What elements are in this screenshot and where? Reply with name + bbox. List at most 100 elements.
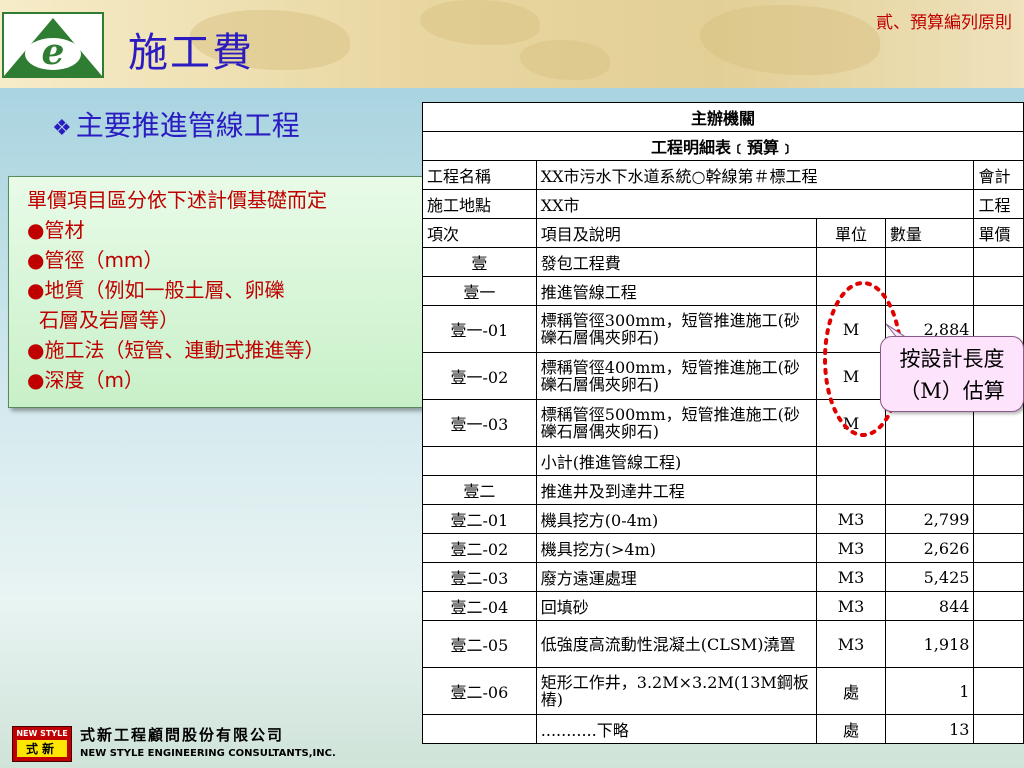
table-header-row: 項次 項目及說明 單位 數量 單價 bbox=[422, 218, 1024, 248]
callout-item-text: 管材 bbox=[44, 218, 85, 242]
table-main-title: 工程明細表﹝預算﹞ bbox=[422, 131, 1024, 161]
row-description: 回填砂 bbox=[535, 591, 818, 621]
row-description: 推進管線工程 bbox=[535, 276, 818, 306]
row-description: 發包工程費 bbox=[535, 247, 818, 277]
company-logo: e bbox=[2, 12, 104, 78]
table-row: ...........下略處 13 bbox=[422, 714, 1024, 744]
row-unit-price bbox=[973, 276, 1024, 306]
row-quantity: 13 bbox=[884, 714, 975, 744]
callout-item: ●管材 bbox=[27, 215, 429, 245]
row-description: 矩形工作井，3.2M×3.2M(13M鋼板樁) bbox=[535, 667, 818, 715]
row-number: 壹二-04 bbox=[422, 591, 537, 621]
table-row: 壹二-05 低強度高流動性混凝土(CLSM)澆置 M3 1,918 bbox=[422, 620, 1024, 668]
table-row: 壹二-04 回填砂 M3 844 bbox=[422, 591, 1024, 621]
estimate-note: 按設計長度 （M）估算 bbox=[880, 336, 1024, 412]
row-quantity: 1 bbox=[884, 667, 975, 715]
callout-item-text: 地質（例如一般土層、卵礫 bbox=[44, 278, 285, 302]
row-number: 壹二 bbox=[422, 475, 537, 505]
bullet-title: ❖ 主要推進管線工程 bbox=[52, 104, 300, 144]
row-unit-price bbox=[973, 591, 1024, 621]
e-logo-icon: e bbox=[4, 18, 102, 76]
callout-item-text: 施工法（短管、連動式推進等） bbox=[44, 338, 325, 362]
row-description: 廢方遠運處理 bbox=[535, 562, 818, 592]
row-description: ...........下略 bbox=[535, 714, 818, 744]
world-map-decoration bbox=[700, 5, 880, 75]
row-unit-price bbox=[973, 562, 1024, 592]
meta-label: 施工地點 bbox=[422, 189, 537, 219]
bullet-title-text: 主要推進管線工程 bbox=[75, 109, 300, 142]
row-unit-price bbox=[973, 533, 1024, 563]
row-unit-price bbox=[973, 620, 1024, 668]
table-row: 壹二-03 廢方遠運處理 M3 5,425 bbox=[422, 562, 1024, 592]
row-unit bbox=[816, 247, 886, 277]
table-row: 壹二 推進井及到達井工程 bbox=[422, 475, 1024, 505]
meta-extra: 工程 bbox=[973, 189, 1024, 219]
row-unit: M3 bbox=[816, 504, 886, 534]
row-number: 壹一-01 bbox=[422, 305, 537, 353]
column-header: 項目及說明 bbox=[535, 218, 818, 248]
callout-item-text: 管徑（mm） bbox=[44, 248, 164, 272]
column-header: 單價 bbox=[973, 218, 1024, 248]
row-description: 低強度高流動性混凝土(CLSM)澆置 bbox=[535, 620, 818, 668]
bullet-dot-icon: ● bbox=[27, 368, 45, 392]
row-unit-price bbox=[973, 446, 1024, 476]
row-unit bbox=[816, 475, 886, 505]
footer-logo: NEW STYLE 式新 bbox=[12, 726, 72, 762]
callout-item: ●深度（m） bbox=[27, 365, 429, 395]
row-number: 壹二-03 bbox=[422, 562, 537, 592]
row-number: 壹一-02 bbox=[422, 352, 537, 400]
row-unit: 處 bbox=[816, 714, 886, 744]
callout-box: 單價項目區分依下述計價基礎而定 ●管材 ●管徑（mm） ●地質（例如一般土層、卵… bbox=[8, 176, 430, 408]
row-number bbox=[422, 446, 537, 476]
bullet-dot-icon: ● bbox=[27, 338, 45, 362]
row-quantity: 844 bbox=[884, 591, 975, 621]
row-description: 推進井及到達井工程 bbox=[535, 475, 818, 505]
footer-logo-mark: 式新 bbox=[17, 740, 67, 757]
callout-item: ●地質（例如一般土層、卵礫 bbox=[27, 275, 429, 305]
table-row: 壹二-01 機具挖方(0-4m) M3 2,799 bbox=[422, 504, 1024, 534]
table-row: 壹發包工程費 bbox=[422, 247, 1024, 277]
row-number: 壹一-03 bbox=[422, 399, 537, 447]
row-number: 壹二-02 bbox=[422, 533, 537, 563]
meta-extra: 會計 bbox=[973, 160, 1024, 190]
row-quantity: 1,918 bbox=[884, 620, 975, 668]
company-name-cn: 式新工程顧問股份有限公司 bbox=[80, 726, 285, 744]
row-quantity: 2,799 bbox=[884, 504, 975, 534]
row-unit: M3 bbox=[816, 591, 886, 621]
row-unit-price bbox=[973, 247, 1024, 277]
meta-label: 工程名稱 bbox=[422, 160, 537, 190]
callout-heading: 單價項目區分依下述計價基礎而定 bbox=[27, 188, 327, 212]
bullet-dot-icon: ● bbox=[27, 218, 45, 242]
estimate-table: 主辦機關 工程明細表﹝預算﹞ 工程名稱 XX市污水下水道系統○幹線第＃標工程 會… bbox=[422, 102, 1024, 744]
row-number bbox=[422, 714, 537, 744]
row-unit: M3 bbox=[816, 562, 886, 592]
column-header: 單位 bbox=[816, 218, 886, 248]
table-row: 壹一 推進管線工程 bbox=[422, 276, 1024, 306]
row-number: 壹一 bbox=[422, 276, 537, 306]
column-header: 項次 bbox=[422, 218, 537, 248]
row-unit: M3 bbox=[816, 533, 886, 563]
row-number: 壹二-01 bbox=[422, 504, 537, 534]
footer-logo-text: NEW STYLE bbox=[16, 729, 68, 738]
bullet-dot-icon: ● bbox=[27, 278, 45, 302]
row-unit-price bbox=[973, 714, 1024, 744]
row-description: 機具挖方(>4m) bbox=[535, 533, 818, 563]
bullet-dot-icon: ● bbox=[27, 248, 45, 272]
company-name-en: NEW STYLE ENGINEERING CONSULTANTS,INC. bbox=[80, 748, 336, 759]
row-number: 壹二-05 bbox=[422, 620, 537, 668]
callout-item-text: 深度（m） bbox=[44, 368, 144, 392]
row-number: 壹二-06 bbox=[422, 667, 537, 715]
table-agency-title: 主辦機關 bbox=[422, 102, 1024, 132]
callout-item: ●管徑（mm） bbox=[27, 245, 429, 275]
row-quantity bbox=[884, 475, 975, 505]
world-map-decoration bbox=[520, 40, 610, 80]
table-meta-row: 工程名稱 XX市污水下水道系統○幹線第＃標工程 會計 bbox=[422, 160, 1024, 190]
section-label: 貳、預算編列原則 bbox=[876, 13, 1012, 33]
row-number: 壹 bbox=[422, 247, 537, 277]
meta-value: XX市污水下水道系統○幹線第＃標工程 bbox=[535, 160, 975, 190]
row-quantity bbox=[884, 247, 975, 277]
row-unit: 處 bbox=[816, 667, 886, 715]
row-description: 標稱管徑500mm，短管推進施工(砂礫石層偶夾卵石) bbox=[535, 399, 818, 447]
page-title: 施工費 bbox=[128, 30, 254, 76]
callout-item: ●施工法（短管、連動式推進等） bbox=[27, 335, 429, 365]
